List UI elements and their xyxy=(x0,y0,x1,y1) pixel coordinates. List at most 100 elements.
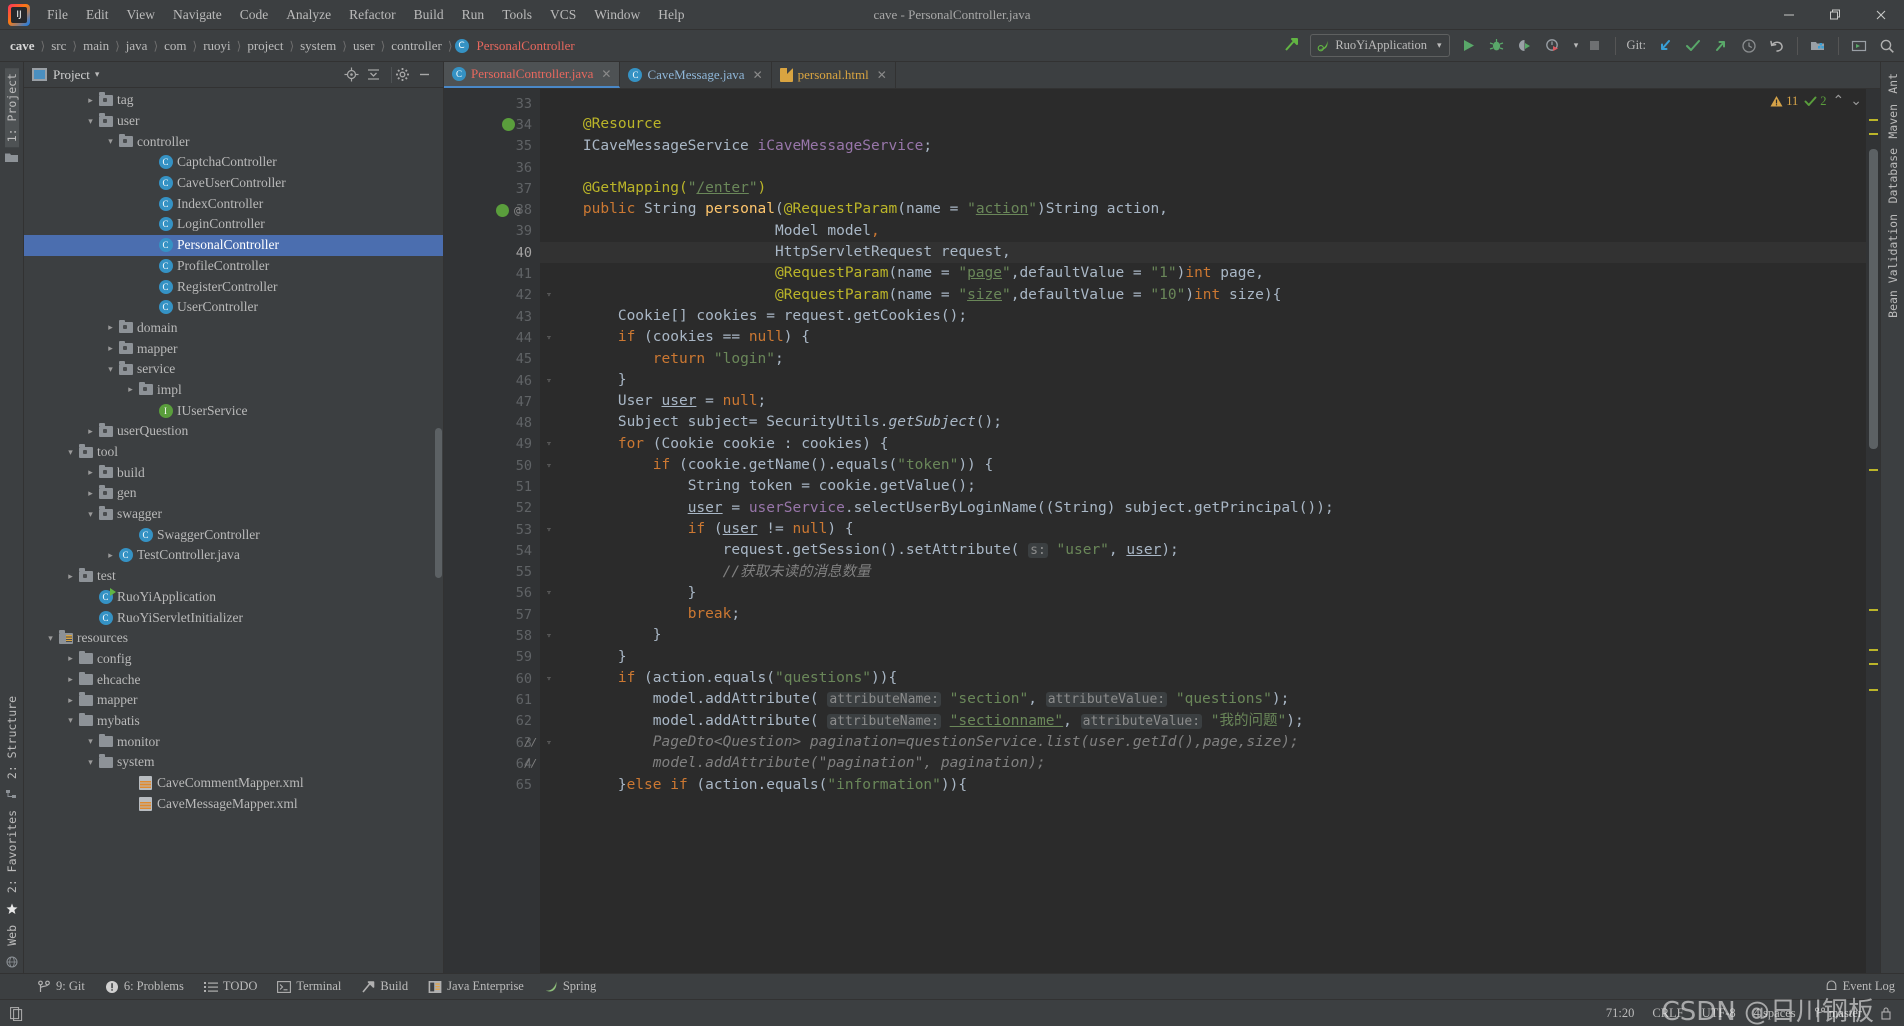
gutter-line-49[interactable]: 49 ▿ xyxy=(444,434,552,455)
chevron-down-icon[interactable] xyxy=(84,116,97,127)
spring-bean-gutter-icon[interactable] xyxy=(496,203,509,217)
chevron-right-icon[interactable] xyxy=(84,467,97,478)
tree-item-mapper[interactable]: mapper xyxy=(24,690,443,711)
tree-item-service[interactable]: service xyxy=(24,359,443,380)
checkmark-icon[interactable]: 2 xyxy=(1804,94,1827,109)
breadcrumb-controller[interactable]: controller xyxy=(387,36,446,56)
tool-window-problems[interactable]: 6: Problems xyxy=(96,977,193,996)
gutter-line-43[interactable]: 43 xyxy=(444,306,540,327)
profiler-icon[interactable] xyxy=(1540,34,1566,58)
tree-item-user[interactable]: user xyxy=(24,111,443,132)
tree-item-registercontroller[interactable]: C RegisterController xyxy=(24,276,443,297)
code-line-38[interactable]: public String personal(@RequestParam(nam… xyxy=(540,199,1866,220)
tree-item-ehcache[interactable]: ehcache xyxy=(24,669,443,690)
inspection-marker[interactable] xyxy=(1869,133,1878,135)
close-icon[interactable]: ✕ xyxy=(877,68,887,83)
tree-item-profilecontroller[interactable]: C ProfileController xyxy=(24,256,443,277)
tool-window-build[interactable]: Build xyxy=(352,977,417,996)
tool-window-todo[interactable]: TODO xyxy=(195,977,267,996)
chevron-right-icon[interactable] xyxy=(64,653,77,664)
prev-problem-button[interactable]: ⌃ xyxy=(1833,93,1845,110)
gutter-line-35[interactable]: 35 xyxy=(444,136,540,157)
chevron-right-icon[interactable] xyxy=(64,674,77,685)
sidebar-item-web[interactable]: Web xyxy=(5,920,19,951)
file-encoding[interactable]: UTF-8 xyxy=(1693,1006,1745,1021)
gutter-line-62[interactable]: 62 xyxy=(444,711,540,732)
code-line-39[interactable]: Model model, xyxy=(540,221,1866,242)
code-line-45[interactable]: return "login"; xyxy=(540,349,1866,370)
breadcrumb-user[interactable]: user xyxy=(349,36,379,56)
gutter-line-54[interactable]: 54 xyxy=(444,540,540,561)
inspection-marker[interactable] xyxy=(1869,689,1878,691)
code-line-53[interactable]: if (user != null) { xyxy=(540,519,1866,540)
project-tree[interactable]: tagusercontrollerCCaptchaControllerCCave… xyxy=(24,88,443,973)
sidebar-item-bean-validation[interactable]: Bean Validation xyxy=(1886,209,1900,323)
lock-icon[interactable] xyxy=(1871,1006,1896,1020)
gutter-line-45[interactable]: 45 xyxy=(444,349,540,370)
tree-item-cavecommentmapper-xml[interactable]: CaveCommentMapper.xml xyxy=(24,773,443,794)
run-with-coverage-icon[interactable] xyxy=(1512,34,1538,58)
code-line-43[interactable]: Cookie[] cookies = request.getCookies(); xyxy=(540,306,1866,327)
gutter-line-38[interactable]: @38 xyxy=(444,199,540,220)
chevron-down-icon[interactable] xyxy=(64,715,77,726)
code-line-65[interactable]: }else if (action.equals("information")){ xyxy=(540,775,1866,796)
gutter-line-42[interactable]: 42 ▿ xyxy=(444,285,552,306)
tool-window-spring[interactable]: Spring xyxy=(535,977,605,996)
hide-icon[interactable] xyxy=(417,67,439,82)
code-line-36[interactable] xyxy=(540,157,1866,178)
tree-item-controller[interactable]: controller xyxy=(24,131,443,152)
next-problem-button[interactable]: ⌄ xyxy=(1850,93,1862,110)
gutter-line-50[interactable]: 50 ▿ xyxy=(444,455,552,476)
menu-file[interactable]: File xyxy=(38,3,77,27)
debug-icon[interactable] xyxy=(1484,34,1510,58)
breadcrumb-system[interactable]: system xyxy=(296,36,340,56)
tool-window-terminal[interactable]: Terminal xyxy=(268,977,350,996)
gutter-line-56[interactable]: 56 ▿ xyxy=(444,583,552,604)
tree-item-mapper[interactable]: mapper xyxy=(24,338,443,359)
tool-window-event-log[interactable]: Event Log xyxy=(1816,977,1904,996)
breadcrumb-project[interactable]: project xyxy=(243,36,287,56)
rollback-icon[interactable] xyxy=(1764,34,1790,58)
tool-window-java-enterprise[interactable]: Java Enterprise xyxy=(419,977,533,996)
chevron-down-icon[interactable] xyxy=(84,736,97,747)
code-line-41[interactable]: @RequestParam(name = "page",defaultValue… xyxy=(540,263,1866,284)
inspection-marker[interactable] xyxy=(1869,649,1878,651)
code-line-35[interactable]: ICaveMessageService iCaveMessageService; xyxy=(540,136,1866,157)
chevron-right-icon[interactable] xyxy=(104,322,117,333)
code-line-54[interactable]: request.getSession().setAttribute( s: "u… xyxy=(540,540,1866,561)
gutter-line-37[interactable]: 37 xyxy=(444,178,540,199)
menu-help[interactable]: Help xyxy=(649,3,693,27)
git-branch-widget[interactable]: master xyxy=(1805,1006,1871,1021)
chevron-down-icon[interactable]: ▾ xyxy=(1568,34,1580,58)
tree-item-cavemessagemapper-xml[interactable]: CaveMessageMapper.xml xyxy=(24,793,443,814)
code-line-57[interactable]: break; xyxy=(540,604,1866,625)
gutter-line-48[interactable]: 48 xyxy=(444,412,540,433)
tree-item-test[interactable]: test xyxy=(24,566,443,587)
editor-tab-cavemessage-java[interactable]: C CaveMessage.java ✕ xyxy=(620,62,772,88)
tree-item-system[interactable]: system xyxy=(24,752,443,773)
collapse-all-icon[interactable] xyxy=(366,67,388,82)
terminal-icon[interactable] xyxy=(1846,34,1872,58)
gutter-line-34[interactable]: 34 xyxy=(444,114,540,135)
sidebar-item-maven[interactable]: Maven xyxy=(1886,99,1900,144)
code-line-58[interactable]: } xyxy=(540,625,1866,646)
code-line-47[interactable]: User user = null; xyxy=(540,391,1866,412)
code-line-49[interactable]: for (Cookie cookie : cookies) { xyxy=(540,434,1866,455)
sidebar-item-database[interactable]: Database xyxy=(1886,143,1900,208)
code-line-48[interactable]: Subject subject= SecurityUtils.getSubjec… xyxy=(540,412,1866,433)
tree-item-domain[interactable]: domain xyxy=(24,318,443,339)
star-icon[interactable] xyxy=(6,898,18,920)
chevron-down-icon[interactable]: ▾ xyxy=(95,70,100,80)
tree-item-swagger[interactable]: swagger xyxy=(24,504,443,525)
line-separator[interactable]: CRLF xyxy=(1643,1006,1692,1021)
run-configuration-selector[interactable]: RuoYiApplication ▾ xyxy=(1310,34,1450,57)
editor-scrollbar-thumb[interactable] xyxy=(1869,149,1878,449)
chevron-down-icon[interactable] xyxy=(44,633,57,644)
tree-item-config[interactable]: config xyxy=(24,649,443,670)
code-line-64[interactable]: model.addAttribute("pagination", paginat… xyxy=(540,753,1866,774)
code-line-59[interactable]: } xyxy=(540,647,1866,668)
menu-refactor[interactable]: Refactor xyxy=(340,3,404,27)
code-line-51[interactable]: String token = cookie.getValue(); xyxy=(540,476,1866,497)
inspection-marker[interactable] xyxy=(1869,609,1878,611)
tree-item-iuserservice[interactable]: I IUserService xyxy=(24,400,443,421)
